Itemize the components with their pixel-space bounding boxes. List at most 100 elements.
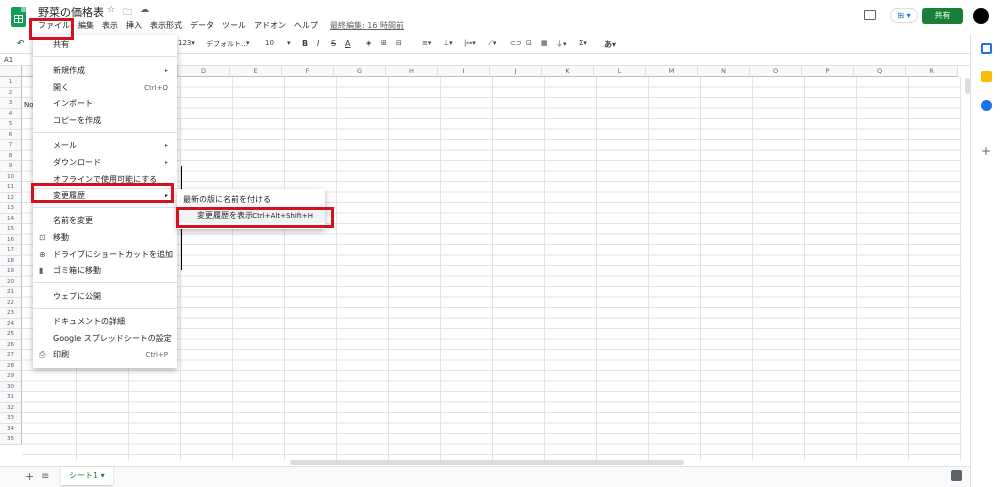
row-header[interactable]: 28 xyxy=(0,360,22,371)
filter-icon[interactable]: ⏚▾ xyxy=(556,39,567,49)
font-size-select[interactable]: 10 xyxy=(265,39,274,47)
row-header[interactable]: 9 xyxy=(0,161,22,172)
menu-item-share[interactable]: 共有 xyxy=(33,38,177,52)
menu-item-download[interactable]: ダウンロード ▸ xyxy=(33,156,177,170)
sheet-tab[interactable]: シート1 ▾ xyxy=(61,467,113,485)
row-header[interactable]: 31 xyxy=(0,392,22,403)
horizontal-scrollbar[interactable] xyxy=(290,460,684,465)
row-header[interactable]: 4 xyxy=(0,108,22,119)
row-header[interactable]: 5 xyxy=(0,119,22,130)
row-header[interactable]: 34 xyxy=(0,423,22,434)
menu-item-new[interactable]: 新規作成 ▸ xyxy=(33,64,177,78)
row-header[interactable]: 12 xyxy=(0,192,22,203)
italic-button[interactable]: I xyxy=(317,39,319,48)
avatar[interactable] xyxy=(973,8,989,24)
column-header[interactable]: E xyxy=(230,66,282,77)
row-header[interactable]: 17 xyxy=(0,245,22,256)
row-header[interactable]: 13 xyxy=(0,203,22,214)
font-select-arrow-icon[interactable]: ▾ xyxy=(246,39,250,47)
row-header[interactable]: 7 xyxy=(0,140,22,151)
text-wrap-icon[interactable]: |↦▾ xyxy=(464,39,476,47)
bold-button[interactable]: B xyxy=(302,39,308,48)
column-header[interactable]: I xyxy=(438,66,490,77)
menu-item-open[interactable]: 開く Ctrl+O xyxy=(33,81,177,95)
row-header[interactable]: 30 xyxy=(0,381,22,392)
row-header[interactable]: 25 xyxy=(0,329,22,340)
add-sheet-button[interactable]: + xyxy=(25,470,34,483)
row-header[interactable]: 33 xyxy=(0,413,22,424)
menu-insert[interactable]: 挿入 xyxy=(122,20,146,31)
row-header[interactable]: 24 xyxy=(0,318,22,329)
sheets-logo-icon[interactable] xyxy=(11,7,26,27)
menu-format[interactable]: 表示形式 xyxy=(146,20,186,31)
explore-icon[interactable] xyxy=(951,470,962,481)
menu-item-copy[interactable]: コピーを作成 xyxy=(33,114,177,128)
text-color-button[interactable]: A xyxy=(345,39,350,48)
cell-reference[interactable]: A1 xyxy=(4,56,13,64)
column-header[interactable]: D xyxy=(178,66,230,77)
insert-chart-icon[interactable]: ▦ xyxy=(541,39,548,47)
column-header[interactable]: Q xyxy=(854,66,906,77)
strikethrough-button[interactable]: S xyxy=(331,39,336,48)
menu-item-move[interactable]: ⊡ 移動 xyxy=(33,231,177,245)
menu-item-add-shortcut[interactable]: ⊕ ドライブにショートカットを追加 xyxy=(33,248,177,262)
vertical-align-icon[interactable]: ⊥▾ xyxy=(443,39,453,47)
row-header[interactable]: 18 xyxy=(0,255,22,266)
row-header[interactable]: 6 xyxy=(0,129,22,140)
menu-item-rename[interactable]: 名前を変更 xyxy=(33,214,177,228)
borders-icon[interactable]: ⊞ xyxy=(381,39,387,47)
column-header[interactable]: R xyxy=(906,66,958,77)
menu-item-details[interactable]: ドキュメントの詳細 xyxy=(33,315,177,329)
row-header[interactable]: 15 xyxy=(0,224,22,235)
row-header[interactable]: 21 xyxy=(0,287,22,298)
font-size-arrow-icon[interactable]: ▾ xyxy=(287,39,291,47)
row-header[interactable]: 26 xyxy=(0,339,22,350)
font-family-select[interactable]: デフォルト... xyxy=(206,39,248,49)
column-header[interactable]: L xyxy=(594,66,646,77)
menu-item-email[interactable]: メール ▸ xyxy=(33,139,177,153)
row-header[interactable]: 29 xyxy=(0,371,22,382)
fill-color-icon[interactable]: ◈ xyxy=(366,39,371,47)
input-tools-icon[interactable]: あ▾ xyxy=(604,39,616,50)
menu-item-settings[interactable]: Google スプレッドシートの設定 xyxy=(33,332,177,346)
present-button[interactable]: ⊞ ▾ xyxy=(890,8,918,23)
column-header[interactable]: G xyxy=(334,66,386,77)
row-header[interactable]: 16 xyxy=(0,234,22,245)
menu-item-print[interactable]: ⎙ 印刷 Ctrl+P xyxy=(33,348,177,362)
select-all-corner[interactable] xyxy=(0,66,22,77)
row-header[interactable]: 8 xyxy=(0,150,22,161)
column-header[interactable]: H xyxy=(386,66,438,77)
text-rotation-icon[interactable]: ⟋▾ xyxy=(488,39,496,48)
row-header[interactable]: 23 xyxy=(0,308,22,319)
column-header[interactable]: N xyxy=(698,66,750,77)
row-header[interactable]: 19 xyxy=(0,266,22,277)
insert-link-icon[interactable]: ⊂⊃ xyxy=(510,39,522,47)
keep-icon[interactable] xyxy=(981,71,992,82)
row-header[interactable]: 3 xyxy=(0,98,22,109)
row-header[interactable]: 27 xyxy=(0,350,22,361)
menu-item-trash[interactable]: ▮ ゴミ箱に移動 xyxy=(33,264,177,278)
comment-history-icon[interactable] xyxy=(864,10,876,20)
column-header[interactable]: O xyxy=(750,66,802,77)
number-format-button[interactable]: 123▾ xyxy=(178,39,195,47)
all-sheets-button[interactable]: ≡ xyxy=(41,471,49,482)
menu-item-publish[interactable]: ウェブに公開 xyxy=(33,290,177,304)
menu-data[interactable]: データ xyxy=(186,20,218,31)
functions-icon[interactable]: Σ▾ xyxy=(579,39,587,47)
menu-item-name-version[interactable]: 最新の版に名前を付ける xyxy=(177,193,325,207)
menu-view[interactable]: 表示 xyxy=(98,20,122,31)
menu-item-import[interactable]: インポート xyxy=(33,97,177,111)
column-header[interactable]: F xyxy=(282,66,334,77)
calendar-icon[interactable] xyxy=(981,43,992,54)
horizontal-align-icon[interactable]: ≡▾ xyxy=(422,39,431,47)
undo-icon[interactable]: ↶ xyxy=(17,39,25,49)
menu-addons[interactable]: アドオン xyxy=(250,20,290,31)
star-icon[interactable]: ☆ xyxy=(107,5,115,21)
row-header[interactable]: 32 xyxy=(0,402,22,413)
menu-edit[interactable]: 編集 xyxy=(74,20,98,31)
row-header[interactable]: 1 xyxy=(0,77,22,88)
folder-icon[interactable]: 🗀 xyxy=(123,5,132,21)
merge-cells-icon[interactable]: ⊟ xyxy=(396,39,402,47)
last-edit-link[interactable]: 最終編集: 16 時間前 xyxy=(326,20,408,31)
row-header[interactable]: 22 xyxy=(0,297,22,308)
